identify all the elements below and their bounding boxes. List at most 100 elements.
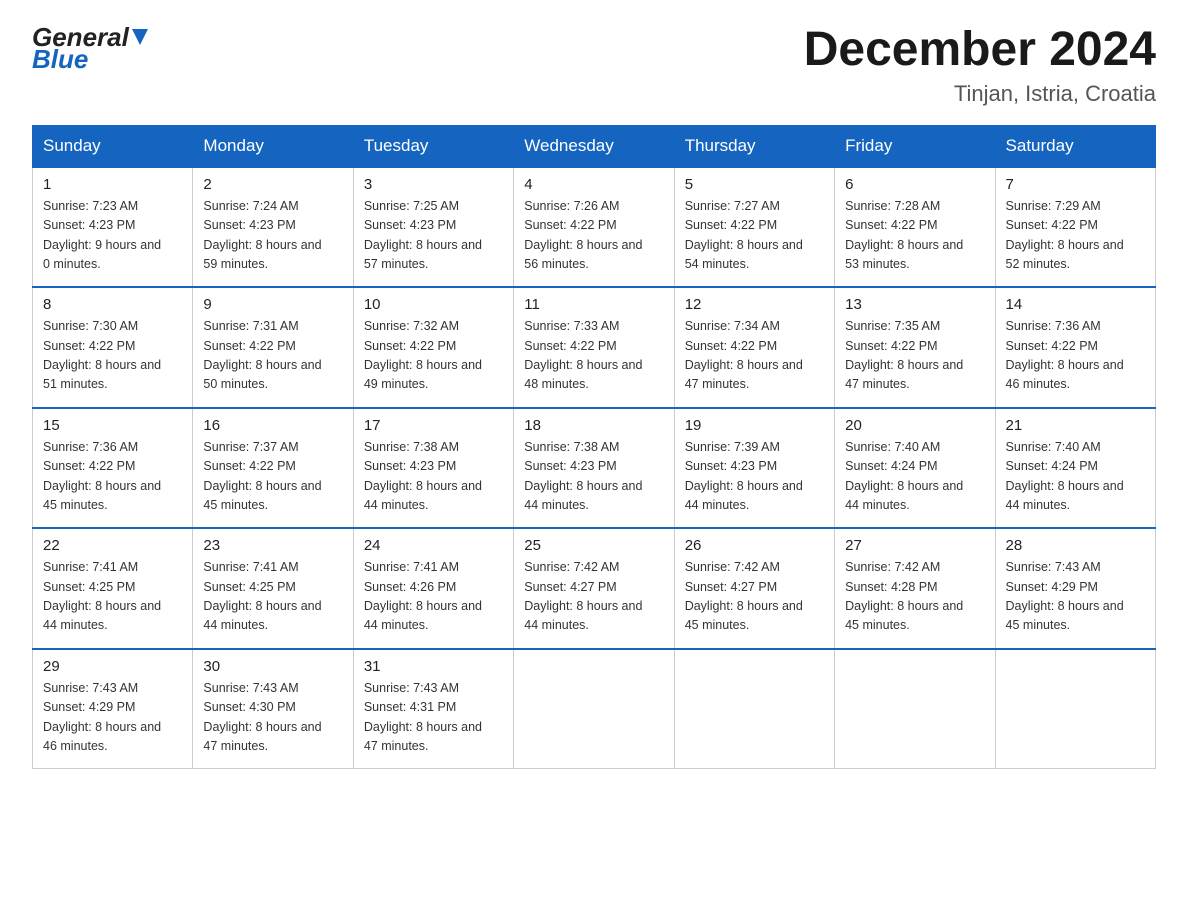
col-header-tuesday: Tuesday [353,125,513,167]
calendar-cell: 14Sunrise: 7:36 AMSunset: 4:22 PMDayligh… [995,287,1155,408]
col-header-wednesday: Wednesday [514,125,674,167]
day-info: Sunrise: 7:43 AMSunset: 4:29 PMDaylight:… [43,681,161,753]
calendar-cell: 12Sunrise: 7:34 AMSunset: 4:22 PMDayligh… [674,287,834,408]
calendar-cell: 3 Sunrise: 7:25 AMSunset: 4:23 PMDaylight… [353,167,513,288]
calendar-week-row: 8 Sunrise: 7:30 AMSunset: 4:22 PMDaylight… [33,287,1156,408]
day-number: 19 [685,417,824,434]
calendar-cell: 7 Sunrise: 7:29 AMSunset: 4:22 PMDaylight… [995,167,1155,288]
day-number: 2 [203,176,342,193]
title-area: December 2024 Tinjan, Istria, Croatia [804,24,1156,107]
day-info: Sunrise: 7:31 AMSunset: 4:22 PMDaylight:… [203,319,321,391]
day-info: Sunrise: 7:42 AMSunset: 4:28 PMDaylight:… [845,560,963,632]
day-info: Sunrise: 7:26 AMSunset: 4:22 PMDaylight:… [524,199,642,271]
page-header: General Blue December 2024 Tinjan, Istri… [32,24,1156,107]
calendar-cell: 22 Sunrise: 7:41 AMSunset: 4:25 PMDayligh… [33,528,193,649]
calendar-cell: 1 Sunrise: 7:23 AMSunset: 4:23 PMDaylight… [33,167,193,288]
day-number: 12 [685,296,824,313]
day-info: Sunrise: 7:37 AMSunset: 4:22 PMDaylight:… [203,440,321,512]
day-number: 28 [1006,537,1145,554]
day-info: Sunrise: 7:30 AMSunset: 4:22 PMDaylight:… [43,319,161,391]
page-title: December 2024 [804,24,1156,77]
calendar-cell [995,649,1155,769]
day-number: 1 [43,176,182,193]
day-number: 3 [364,176,503,193]
calendar-cell: 11 Sunrise: 7:33 AMSunset: 4:22 PMDayligh… [514,287,674,408]
day-info: Sunrise: 7:33 AMSunset: 4:22 PMDaylight:… [524,319,642,391]
day-number: 11 [524,296,663,313]
calendar-header-row: SundayMondayTuesdayWednesdayThursdayFrid… [33,125,1156,167]
calendar-table: SundayMondayTuesdayWednesdayThursdayFrid… [32,125,1156,770]
day-info: Sunrise: 7:41 AMSunset: 4:25 PMDaylight:… [43,560,161,632]
day-number: 26 [685,537,824,554]
calendar-cell: 31Sunrise: 7:43 AMSunset: 4:31 PMDayligh… [353,649,513,769]
day-info: Sunrise: 7:23 AMSunset: 4:23 PMDaylight:… [43,199,161,271]
day-info: Sunrise: 7:36 AMSunset: 4:22 PMDaylight:… [1006,319,1124,391]
day-number: 30 [203,658,342,675]
calendar-cell: 17 Sunrise: 7:38 AMSunset: 4:23 PMDayligh… [353,408,513,529]
logo-triangle-icon [132,29,148,49]
col-header-sunday: Sunday [33,125,193,167]
col-header-friday: Friday [835,125,995,167]
calendar-cell: 4 Sunrise: 7:26 AMSunset: 4:22 PMDaylight… [514,167,674,288]
day-number: 5 [685,176,824,193]
day-number: 20 [845,417,984,434]
calendar-cell: 25Sunrise: 7:42 AMSunset: 4:27 PMDayligh… [514,528,674,649]
day-info: Sunrise: 7:28 AMSunset: 4:22 PMDaylight:… [845,199,963,271]
day-number: 8 [43,296,182,313]
day-number: 29 [43,658,182,675]
calendar-cell: 23Sunrise: 7:41 AMSunset: 4:25 PMDayligh… [193,528,353,649]
day-number: 23 [203,537,342,554]
day-number: 18 [524,417,663,434]
calendar-cell: 19 Sunrise: 7:39 AMSunset: 4:23 PMDayligh… [674,408,834,529]
day-number: 9 [203,296,342,313]
day-info: Sunrise: 7:32 AMSunset: 4:22 PMDaylight:… [364,319,482,391]
calendar-cell: 18 Sunrise: 7:38 AMSunset: 4:23 PMDayligh… [514,408,674,529]
calendar-cell: 21 Sunrise: 7:40 AMSunset: 4:24 PMDayligh… [995,408,1155,529]
calendar-cell: 6 Sunrise: 7:28 AMSunset: 4:22 PMDaylight… [835,167,995,288]
calendar-cell: 10Sunrise: 7:32 AMSunset: 4:22 PMDayligh… [353,287,513,408]
day-number: 17 [364,417,503,434]
page-subtitle: Tinjan, Istria, Croatia [804,81,1156,107]
day-info: Sunrise: 7:29 AMSunset: 4:22 PMDaylight:… [1006,199,1124,271]
day-info: Sunrise: 7:43 AMSunset: 4:29 PMDaylight:… [1006,560,1124,632]
calendar-cell: 15Sunrise: 7:36 AMSunset: 4:22 PMDayligh… [33,408,193,529]
day-number: 6 [845,176,984,193]
calendar-cell: 27 Sunrise: 7:42 AMSunset: 4:28 PMDayligh… [835,528,995,649]
day-info: Sunrise: 7:24 AMSunset: 4:23 PMDaylight:… [203,199,321,271]
calendar-cell: 5Sunrise: 7:27 AMSunset: 4:22 PMDaylight… [674,167,834,288]
calendar-cell: 13 Sunrise: 7:35 AMSunset: 4:22 PMDayligh… [835,287,995,408]
logo-blue-text: Blue [32,46,148,72]
day-info: Sunrise: 7:39 AMSunset: 4:23 PMDaylight:… [685,440,803,512]
day-info: Sunrise: 7:38 AMSunset: 4:23 PMDaylight:… [524,440,642,512]
col-header-monday: Monday [193,125,353,167]
day-info: Sunrise: 7:40 AMSunset: 4:24 PMDaylight:… [845,440,963,512]
day-number: 31 [364,658,503,675]
calendar-cell: 24Sunrise: 7:41 AMSunset: 4:26 PMDayligh… [353,528,513,649]
day-number: 4 [524,176,663,193]
day-number: 15 [43,417,182,434]
calendar-cell: 9 Sunrise: 7:31 AMSunset: 4:22 PMDaylight… [193,287,353,408]
day-number: 7 [1006,176,1145,193]
calendar-cell: 26 Sunrise: 7:42 AMSunset: 4:27 PMDayligh… [674,528,834,649]
calendar-cell: 2 Sunrise: 7:24 AMSunset: 4:23 PMDaylight… [193,167,353,288]
calendar-week-row: 1 Sunrise: 7:23 AMSunset: 4:23 PMDaylight… [33,167,1156,288]
calendar-cell: 30Sunrise: 7:43 AMSunset: 4:30 PMDayligh… [193,649,353,769]
calendar-week-row: 29 Sunrise: 7:43 AMSunset: 4:29 PMDayligh… [33,649,1156,769]
logo: General Blue [32,24,148,72]
calendar-cell [514,649,674,769]
day-number: 27 [845,537,984,554]
day-info: Sunrise: 7:41 AMSunset: 4:26 PMDaylight:… [364,560,482,632]
day-info: Sunrise: 7:42 AMSunset: 4:27 PMDaylight:… [524,560,642,632]
day-info: Sunrise: 7:42 AMSunset: 4:27 PMDaylight:… [685,560,803,632]
calendar-cell: 29 Sunrise: 7:43 AMSunset: 4:29 PMDayligh… [33,649,193,769]
day-info: Sunrise: 7:35 AMSunset: 4:22 PMDaylight:… [845,319,963,391]
calendar-cell: 8 Sunrise: 7:30 AMSunset: 4:22 PMDaylight… [33,287,193,408]
day-number: 13 [845,296,984,313]
day-number: 22 [43,537,182,554]
day-info: Sunrise: 7:40 AMSunset: 4:24 PMDaylight:… [1006,440,1124,512]
calendar-cell: 16Sunrise: 7:37 AMSunset: 4:22 PMDayligh… [193,408,353,529]
calendar-cell [835,649,995,769]
day-info: Sunrise: 7:38 AMSunset: 4:23 PMDaylight:… [364,440,482,512]
day-info: Sunrise: 7:25 AMSunset: 4:23 PMDaylight:… [364,199,482,271]
day-number: 21 [1006,417,1145,434]
